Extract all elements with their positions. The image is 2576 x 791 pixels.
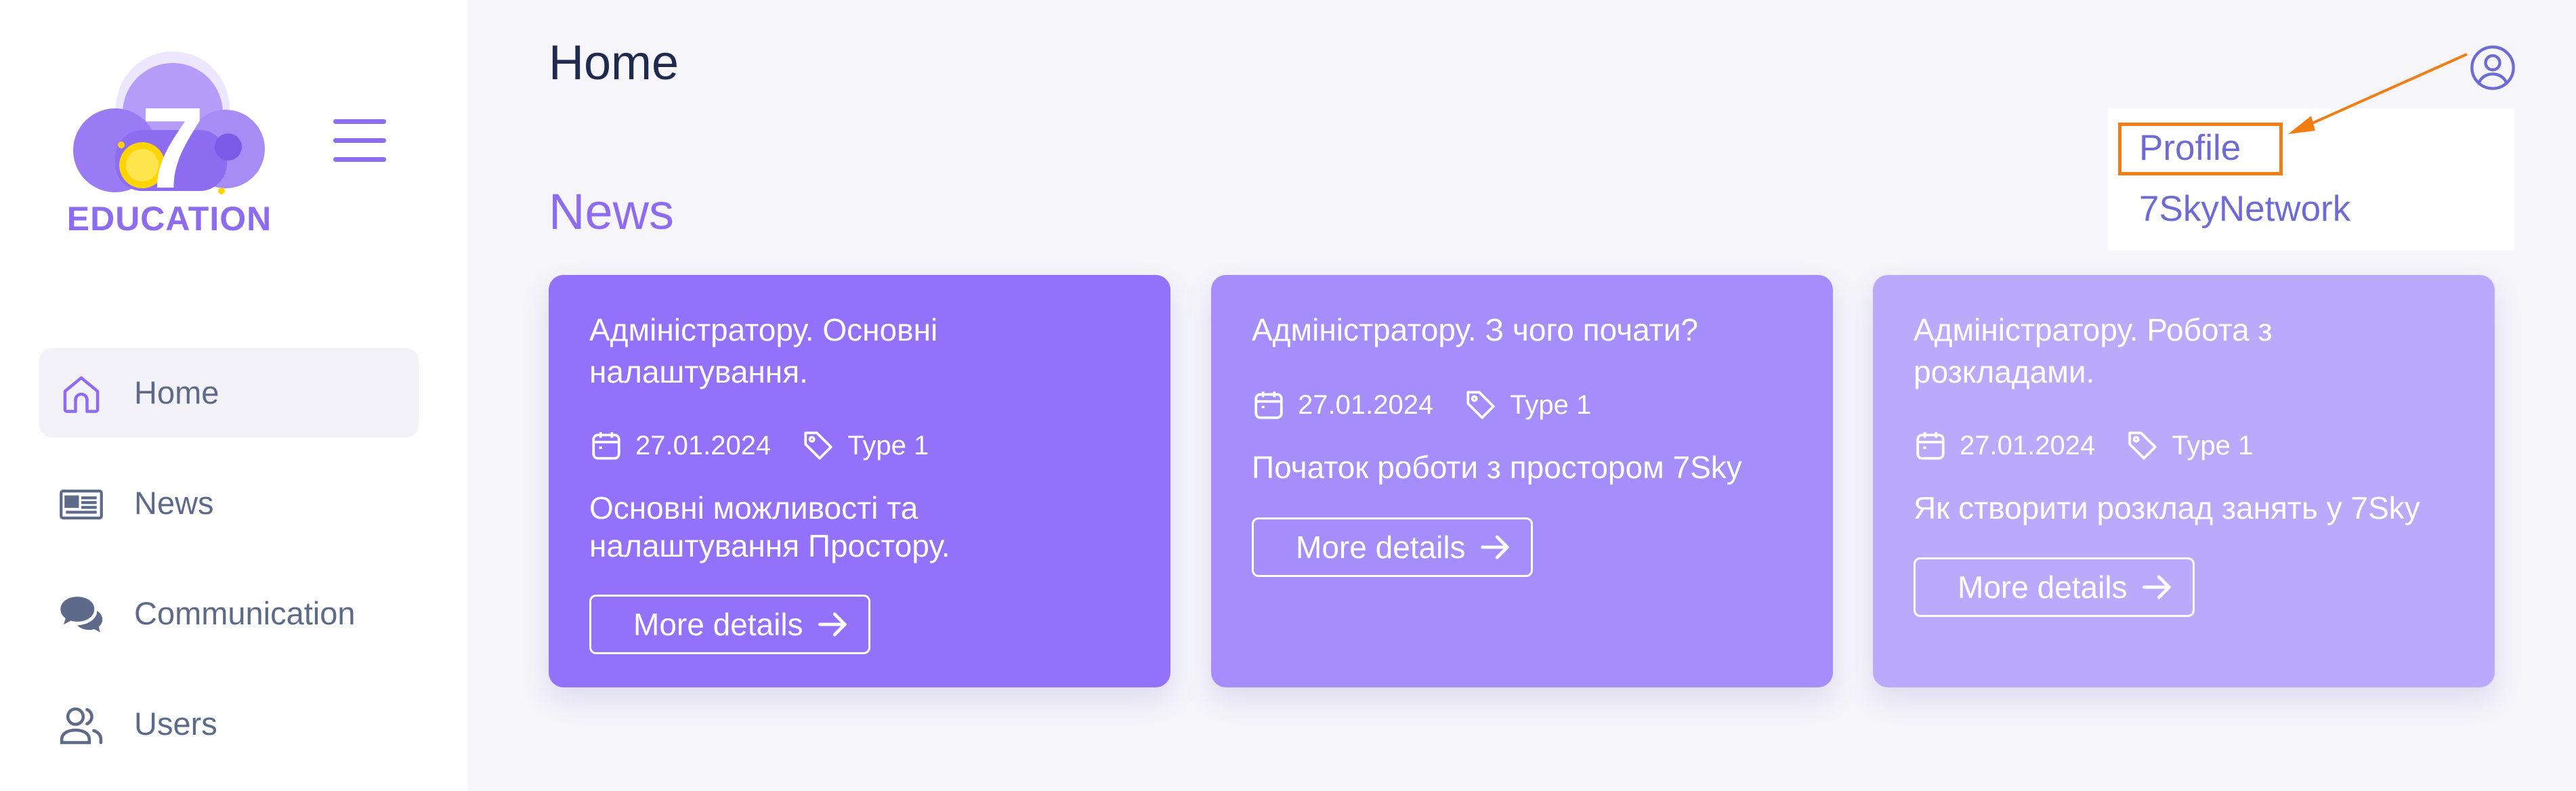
menu-toggle-button[interactable] <box>333 119 386 163</box>
more-details-button[interactable]: More details <box>1252 517 1533 577</box>
more-details-button[interactable]: More details <box>589 595 870 654</box>
card-title: Адміністратору. Робота з розкладами. <box>1914 312 2273 389</box>
card-meta: 27.01.2024 Type 1 <box>1914 425 2253 466</box>
sidebar-item-label: Home <box>134 375 219 410</box>
card-title: Адміністратору. З чого почати? <box>1252 312 1698 347</box>
logo-text: EDUCATION <box>66 200 272 238</box>
sidebar-item-label: News <box>134 485 214 521</box>
button-label: More details <box>633 607 803 642</box>
newspaper-icon <box>60 490 103 519</box>
chat-icon <box>60 597 103 633</box>
logo-badge: 7 <box>141 84 205 205</box>
card-meta: 27.01.2024 Type 1 <box>589 425 929 466</box>
sidebar-item-label: Communication <box>134 595 356 631</box>
users-icon <box>60 707 103 744</box>
section-title-news: News <box>549 184 675 240</box>
sidebar-item-users[interactable]: Users <box>39 679 419 769</box>
card-type: Type 1 <box>1510 389 1592 420</box>
sidebar-item-label: Users <box>134 706 217 742</box>
calendar-icon <box>1916 432 1945 460</box>
card-title: Адміністратору. Основні налаштування. <box>589 312 938 389</box>
news-card: Адміністратору. Основні налаштування. 27… <box>549 275 1170 687</box>
card-type: Type 1 <box>847 430 929 461</box>
menu-item-7skynetwork[interactable]: 7SkyNetwork <box>2139 188 2350 230</box>
more-details-button[interactable]: More details <box>1914 557 2195 617</box>
calendar-icon <box>1254 391 1283 419</box>
card-date: 27.01.2024 <box>1298 389 1434 420</box>
highlight-box <box>2118 123 2283 175</box>
news-card: Адміністратору. Робота з розкладами. 27.… <box>1873 275 2495 687</box>
hamburger-icon <box>333 119 386 124</box>
logo-cloud-icon: 7 <box>73 51 265 213</box>
button-label: More details <box>1958 570 2128 605</box>
card-description: Як створити розклад занять у 7Sky <box>1914 490 2420 526</box>
user-circle-icon[interactable] <box>2469 44 2516 91</box>
tag-icon <box>2128 431 2157 460</box>
tag-icon <box>804 431 832 460</box>
sidebar: 7 EDUCATION Home News Communication User… <box>0 0 467 791</box>
logo[interactable]: 7 EDUCATION <box>64 49 274 245</box>
page-title: Home <box>549 36 679 90</box>
sidebar-item-news[interactable]: News <box>39 458 419 548</box>
calendar-icon <box>592 432 620 460</box>
card-date: 27.01.2024 <box>1960 430 2096 461</box>
card-type: Type 1 <box>2172 430 2254 461</box>
card-description: Основні можливості та налаштування Прост… <box>589 490 950 563</box>
sidebar-item-communication[interactable]: Communication <box>39 569 419 658</box>
card-meta: 27.01.2024 Type 1 <box>1252 385 1591 425</box>
card-date: 27.01.2024 <box>635 430 772 461</box>
arrow-right-icon <box>1480 535 1509 559</box>
button-label: More details <box>1296 530 1466 565</box>
arrow-right-icon <box>818 612 847 637</box>
tag-icon <box>1466 391 1495 419</box>
sidebar-item-home[interactable]: Home <box>39 348 419 437</box>
home-icon <box>63 376 100 413</box>
arrow-right-icon <box>2142 575 2171 599</box>
card-description: Початок роботи з простором 7Sky <box>1252 450 1742 485</box>
news-card: Адміністратору. З чого почати? 27.01.202… <box>1211 275 1833 687</box>
